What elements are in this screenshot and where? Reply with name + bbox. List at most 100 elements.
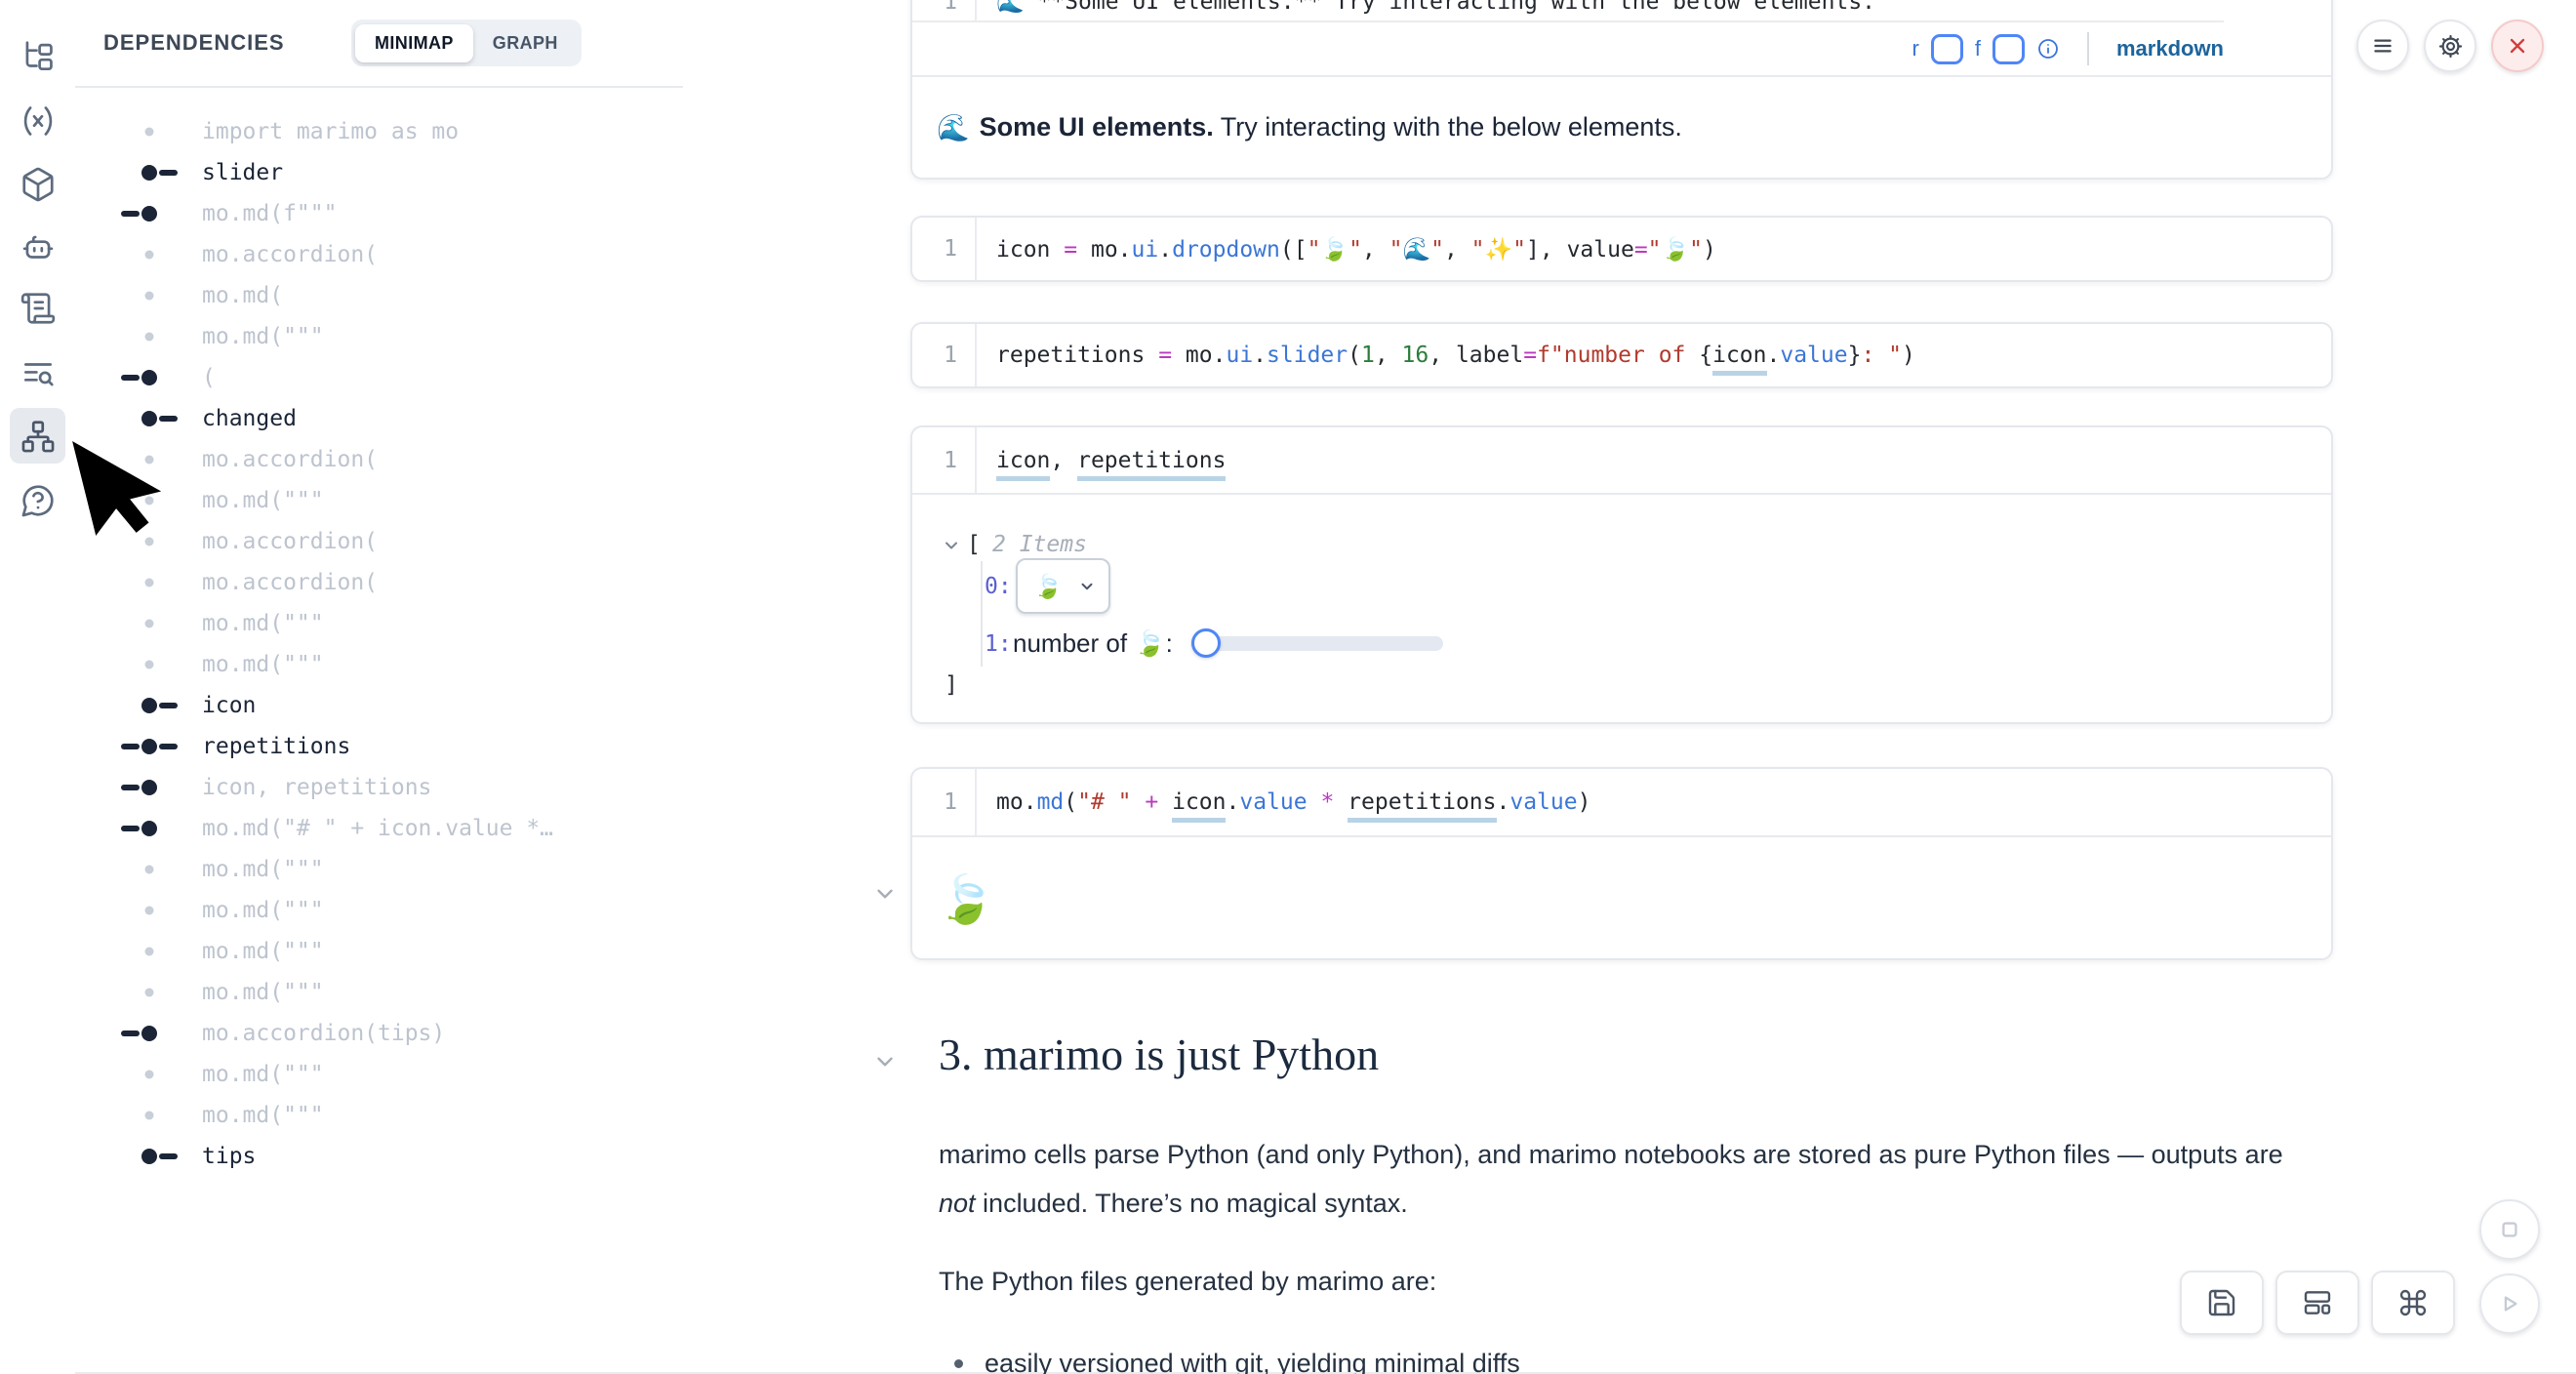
minimap-item[interactable]: mo.md("# " + icon.value *…	[75, 808, 683, 849]
ai-chat-icon[interactable]	[10, 220, 65, 275]
run-play-button[interactable]	[2479, 1273, 2540, 1334]
fstring-checkbox[interactable]	[1992, 34, 2025, 64]
minimap-item[interactable]: repetitions	[75, 726, 683, 767]
cell-dot-icon	[114, 603, 184, 644]
cell-dot-icon	[114, 972, 184, 1013]
minimap-item[interactable]: mo.md("""	[75, 644, 683, 685]
cell-output: 🍃	[912, 837, 2331, 960]
notebook-main: 1 🌊 **Some UI elements.** Try interactin…	[683, 0, 2576, 1374]
paragraph: The Python files generated by marimo are…	[939, 1257, 2305, 1306]
incoming-edge-icon	[114, 357, 184, 398]
divider	[2087, 32, 2089, 65]
code-editor[interactable]: 1 icon, repetitions	[912, 427, 2331, 495]
variables-icon[interactable]	[10, 93, 65, 148]
command-key-button[interactable]	[2371, 1271, 2455, 1335]
code-editor[interactable]: 1 icon = mo.ui.dropdown(["🍃", "🌊", "✨"],…	[912, 218, 2331, 280]
cell-output-tree: [ 2 Items 0: 🍃 1: number of 🍃: ]	[912, 495, 2331, 724]
minimap-item[interactable]: changed	[75, 398, 683, 439]
minimap-item[interactable]: mo.accordion(	[75, 439, 683, 480]
minimap-item[interactable]: icon, repetitions	[75, 767, 683, 808]
minimap-item-label: tips	[202, 1144, 256, 1169]
code-line: icon = mo.ui.dropdown(["🍃", "🌊", "✨"], v…	[977, 236, 1716, 263]
minimap-item[interactable]: mo.accordion(tips)	[75, 1013, 683, 1054]
minimap-item[interactable]: slider	[75, 152, 683, 193]
code-editor[interactable]: 1 🌊 **Some UI elements.** Try interactin…	[912, 0, 2331, 22]
incoming-edge-icon	[114, 193, 184, 234]
tree-item-count: 2 Items	[992, 532, 1087, 557]
slider-track[interactable]	[1191, 636, 1443, 651]
line-number: 1	[912, 324, 977, 386]
packages-icon[interactable]	[10, 156, 65, 212]
minimap-item[interactable]: icon	[75, 685, 683, 726]
gear-icon-button[interactable]	[2424, 20, 2476, 72]
minimap-item-label: mo.md("""	[202, 1062, 324, 1087]
logs-icon[interactable]	[10, 280, 65, 336]
code-line: mo.md("# " + icon.value * repetitions.va…	[977, 789, 1590, 815]
minimap-item[interactable]: mo.accordion(	[75, 234, 683, 275]
outgoing-edge-icon	[114, 152, 184, 193]
layout-template-button[interactable]	[2275, 1271, 2359, 1335]
minimap-item[interactable]: mo.md(	[75, 275, 683, 316]
section-heading: 3. marimo is just Python	[939, 1029, 1379, 1080]
minimap-item[interactable]: mo.accordion(	[75, 562, 683, 603]
activity-rail	[0, 0, 77, 1374]
minimap-item[interactable]: mo.md("""	[75, 931, 683, 972]
stop-button[interactable]	[2479, 1199, 2540, 1260]
tab-minimap[interactable]: MINIMAP	[355, 24, 473, 62]
slider-thumb[interactable]	[1191, 628, 1221, 658]
code-editor[interactable]: 1 mo.md("# " + icon.value * repetitions.…	[912, 769, 2331, 837]
cell-dot-icon	[114, 890, 184, 931]
minimap-item[interactable]: mo.md("""	[75, 849, 683, 890]
dependencies-icon[interactable]	[10, 408, 65, 464]
close-x-button[interactable]	[2491, 20, 2544, 72]
help-icon[interactable]	[10, 472, 65, 528]
minimap-item[interactable]: mo.md("""	[75, 603, 683, 644]
view-mode-segmented-control: MINIMAP GRAPH	[351, 20, 582, 66]
minimap-item[interactable]: mo.md("""	[75, 316, 683, 357]
minimap-item[interactable]: mo.md("""	[75, 1054, 683, 1095]
hamburger-menu-button[interactable]	[2356, 20, 2409, 72]
minimap-item[interactable]: mo.md("""	[75, 890, 683, 931]
raw-string-toggle-label: r	[1912, 36, 1919, 61]
code-line: repetitions = mo.ui.slider(1, 16, label=…	[977, 343, 1915, 368]
collapse-chevron-icon[interactable]	[872, 881, 898, 911]
bullet-icon	[954, 1359, 963, 1368]
line-number: 1	[912, 218, 977, 280]
save-button[interactable]	[2180, 1271, 2264, 1335]
minimap-item[interactable]: mo.md("""	[75, 1095, 683, 1136]
chevron-down-icon[interactable]	[942, 536, 961, 561]
tree-index-1: 1:	[985, 631, 1012, 657]
cell-dot-icon	[114, 562, 184, 603]
tab-graph[interactable]: GRAPH	[473, 24, 578, 62]
minimap-item-label: (	[202, 365, 216, 390]
leaf-emoji: 🍃	[937, 871, 995, 927]
output-text: Try interacting with the below elements.	[1221, 112, 1682, 142]
minimap-item-label: mo.md("""	[202, 898, 324, 923]
collapse-chevron-icon[interactable]	[872, 1049, 898, 1079]
file-tree-icon[interactable]	[10, 28, 65, 84]
minimap-item[interactable]: tips	[75, 1136, 683, 1177]
tree-index-0: 0:	[985, 574, 1012, 599]
list-item: easily versioned with git, yielding mini…	[954, 1339, 1520, 1374]
info-icon[interactable]	[2036, 37, 2060, 61]
minimap-item[interactable]: mo.md("""	[75, 972, 683, 1013]
snippets-search-icon[interactable]	[10, 345, 65, 401]
language-badge[interactable]: markdown	[2116, 36, 2224, 61]
minimap-item[interactable]: import marimo as mo	[75, 111, 683, 152]
minimap-item-label: mo.md("""	[202, 488, 324, 513]
minimap-item[interactable]: mo.md(f"""	[75, 193, 683, 234]
minimap-item-label: mo.md(	[202, 283, 283, 308]
minimap-item[interactable]: (	[75, 357, 683, 398]
dropdown-value: 🍃	[1033, 573, 1063, 600]
code-editor[interactable]: 1 repetitions = mo.ui.slider(1, 16, labe…	[912, 324, 2331, 386]
minimap-item-label: mo.accordion(	[202, 242, 378, 267]
icon-dropdown[interactable]: 🍃	[1016, 558, 1110, 614]
raw-string-checkbox[interactable]	[1931, 34, 1963, 64]
minimap-item-label: mo.md("""	[202, 611, 324, 636]
minimap-item-label: mo.md(f"""	[202, 201, 337, 226]
minimap-item-label: icon	[202, 693, 256, 718]
dependencies-panel: DEPENDENCIES MINIMAP GRAPH import marimo…	[75, 0, 685, 1374]
cell-markdown-ui-elements: 1 🌊 **Some UI elements.** Try interactin…	[910, 0, 2333, 180]
dependencies-panel-header: DEPENDENCIES MINIMAP GRAPH	[75, 0, 683, 88]
tree-guide-line	[981, 561, 983, 667]
